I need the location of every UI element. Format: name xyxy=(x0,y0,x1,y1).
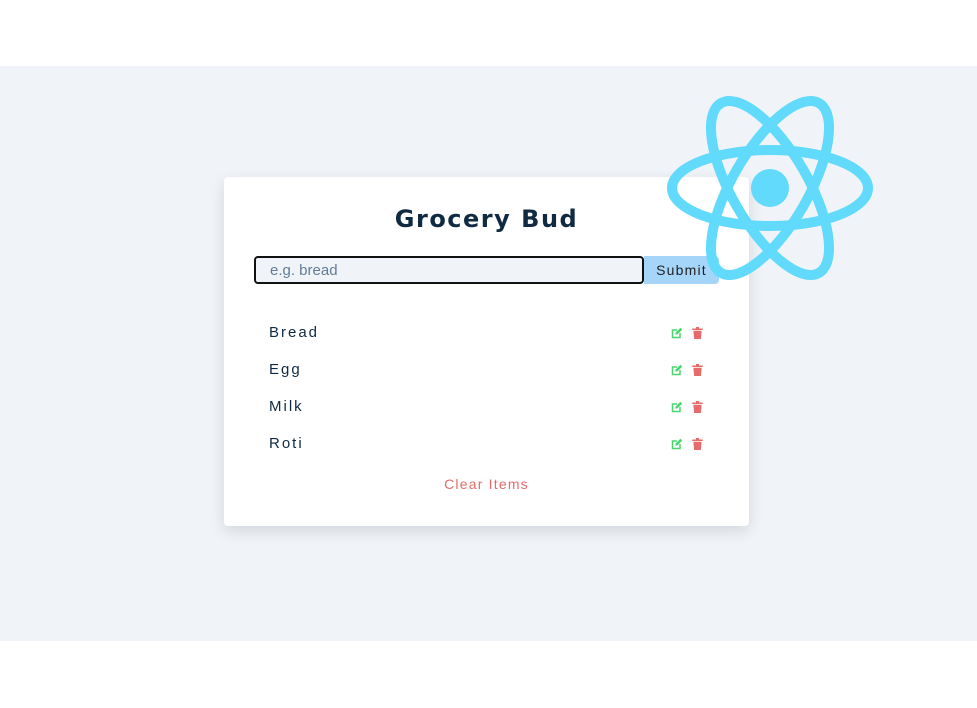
edit-icon[interactable] xyxy=(670,363,684,377)
item-name: Milk xyxy=(269,398,304,415)
list-item: Egg xyxy=(269,351,704,388)
edit-icon[interactable] xyxy=(670,400,684,414)
trash-icon[interactable] xyxy=(690,400,704,414)
item-name: Bread xyxy=(269,324,320,341)
grocery-list: Bread Egg Milk Roti xyxy=(269,314,704,462)
clear-items-button[interactable]: Clear Items xyxy=(224,476,749,492)
item-actions xyxy=(670,437,704,451)
trash-icon[interactable] xyxy=(690,437,704,451)
list-item: Roti xyxy=(269,425,704,462)
react-logo xyxy=(667,96,873,280)
edit-icon[interactable] xyxy=(670,326,684,340)
item-name: Egg xyxy=(269,361,302,378)
list-item: Milk xyxy=(269,388,704,425)
item-actions xyxy=(670,326,704,340)
item-name: Roti xyxy=(269,435,304,452)
grocery-form: Submit xyxy=(254,256,719,284)
trash-icon[interactable] xyxy=(690,363,704,377)
item-actions xyxy=(670,363,704,377)
grocery-input[interactable] xyxy=(254,256,644,284)
trash-icon[interactable] xyxy=(690,326,704,340)
item-actions xyxy=(670,400,704,414)
edit-icon[interactable] xyxy=(670,437,684,451)
list-item: Bread xyxy=(269,314,704,351)
